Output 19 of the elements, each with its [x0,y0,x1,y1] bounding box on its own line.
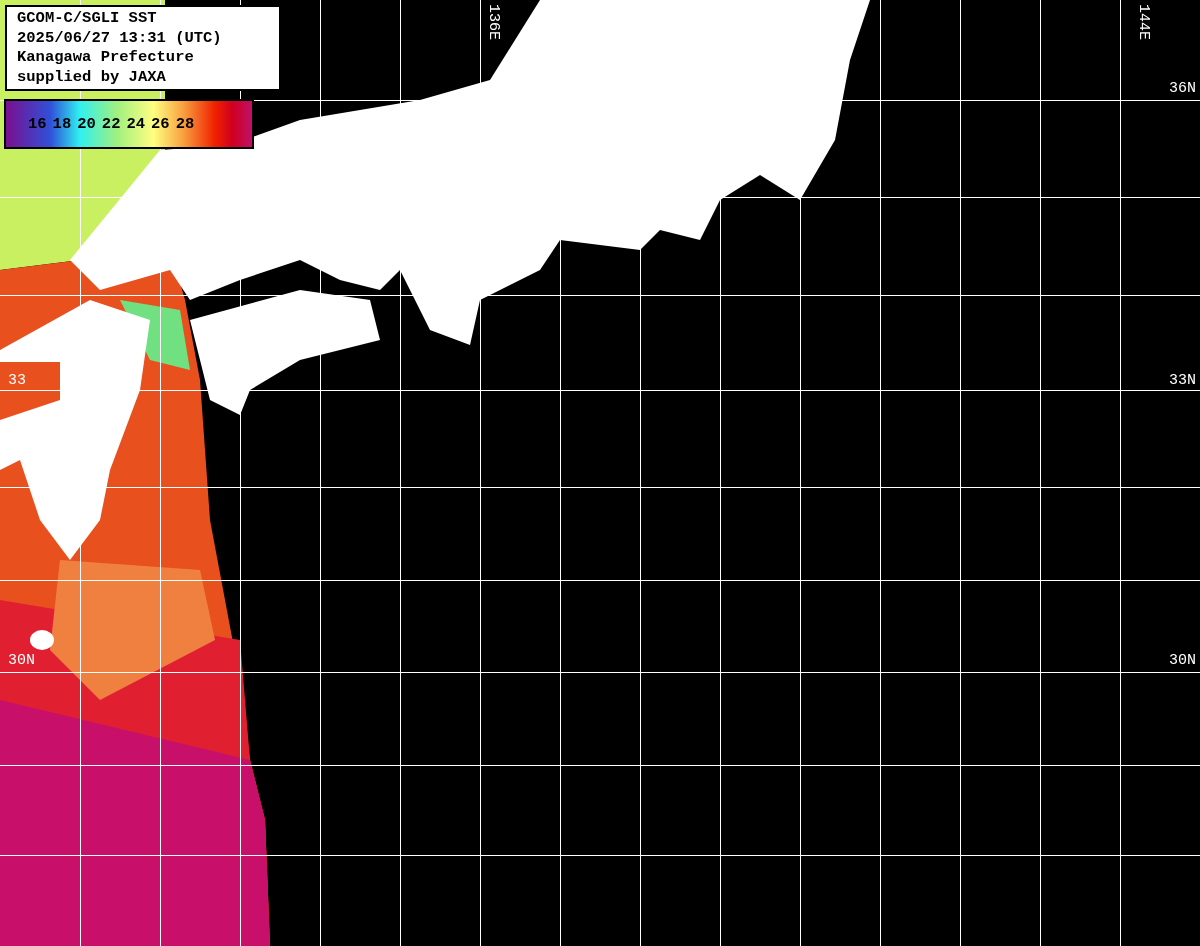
latitude-label: 33 [8,372,26,389]
longitude-label: 144E [1135,4,1152,40]
sea-patch-drawing [0,362,60,420]
scale-tick-label: 26 [151,115,170,133]
scale-tick-label: 22 [101,115,121,133]
scale-tick-label: 18 [52,115,72,133]
latitude-label: 30N [8,652,35,669]
info-text: Kanagawa Prefecture [17,48,195,68]
scale-tick-label: 16 [28,115,47,133]
scale-tick-label: 28 [175,115,195,133]
longitude-label: 136E [485,4,502,40]
scale-tick-label: 20 [77,115,96,133]
info-text: GCOM-C/SGLI SST [17,9,158,29]
scale-tick-label: 24 [126,115,146,133]
latitude-label: 33N [1169,372,1196,389]
info-text: supplied by JAXA [17,67,167,87]
latitude-label: 36N [1169,80,1196,97]
latitude-label: 30N [1169,652,1196,669]
info-text: 2025/06/27 13:31 (UTC) [17,28,223,48]
